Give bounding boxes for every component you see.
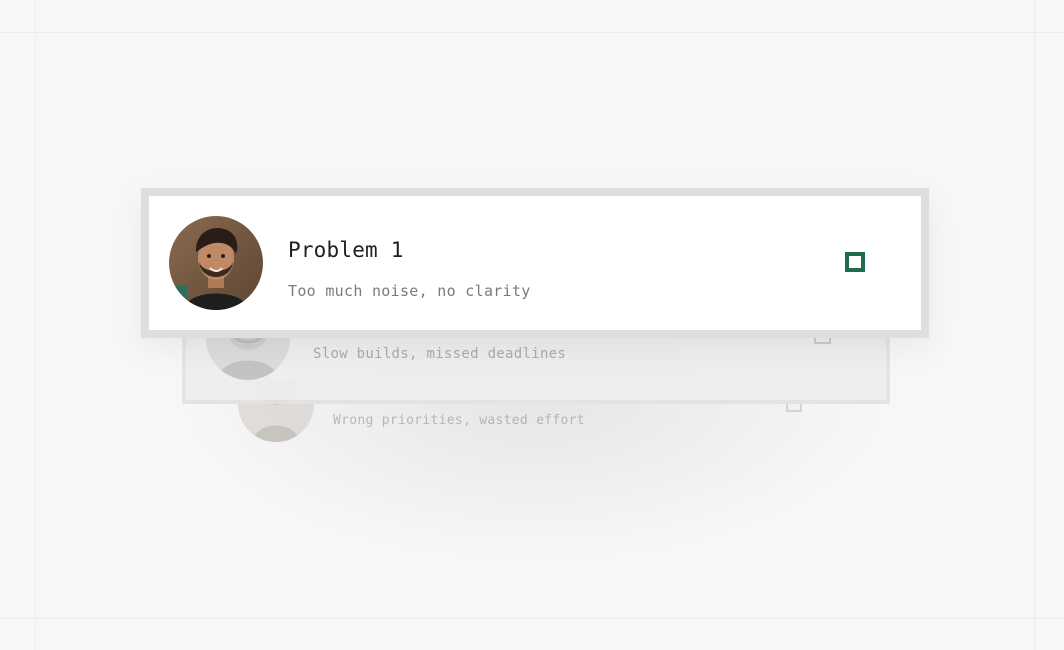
checkbox-outline-icon[interactable] [845, 252, 865, 272]
guide-line-top [0, 32, 1064, 33]
page: Wrong priorities, wasted effort Slow bui… [0, 0, 1064, 650]
guide-line-left [35, 0, 36, 650]
person-avatar-icon [169, 216, 263, 310]
guide-line-right [1034, 0, 1035, 650]
card-subtitle: Too much noise, no clarity [288, 282, 531, 300]
avatar [169, 216, 263, 310]
checkbox-outline-icon[interactable] [786, 404, 802, 412]
problem-card-1: Problem 1 Too much noise, no clarity [141, 188, 929, 338]
card-subtitle: Slow builds, missed deadlines [313, 346, 567, 362]
card-subtitle: Wrong priorities, wasted effort [333, 413, 585, 428]
guide-line-bottom [0, 618, 1064, 619]
card-title: Problem 1 [288, 238, 404, 262]
